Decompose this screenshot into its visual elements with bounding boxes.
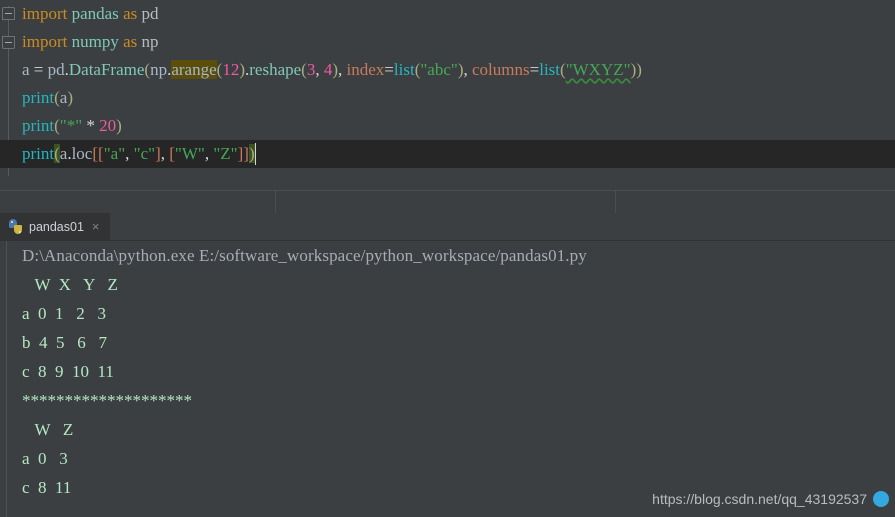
code-token: reshape [249,60,302,79]
code-token: pd [141,4,159,23]
splitter-tick-1 [275,191,276,214]
run-console-output[interactable]: D:\Anaconda\python.exe E:/software_works… [0,241,895,517]
console-output-line: W Z [22,420,74,439]
console-output-line: a 0 3 [22,449,68,468]
code-token: print [22,116,55,135]
console-output-line: b 4 5 6 7 [22,333,107,352]
code-token: "*" [59,116,83,135]
code-token: "Z" [213,144,238,163]
console-output-line: ******************** [22,391,192,410]
code-line[interactable]: import numpy as np [0,28,895,56]
watermark-url: https://blog.csdn.net/qq_43192537 [652,491,867,507]
run-tab-bar[interactable]: pandas01 × [0,213,895,241]
code-line[interactable]: a = pd.DataFrame(np.arange(12).reshape(3… [0,56,895,84]
code-token: import [22,32,68,51]
close-icon[interactable]: × [92,220,100,233]
ide-window: import pandas as pd import numpy as np a =… [0,0,895,517]
code-token: pd [47,60,65,79]
console-command-line: D:\Anaconda\python.exe E:/software_works… [22,246,587,265]
code-token: "a" [103,144,126,163]
code-token: ) [248,144,255,163]
code-token: "WXYZ" [565,60,631,79]
run-tab-pandas01[interactable]: pandas01 × [0,213,110,240]
run-tab-label: pandas01 [29,219,84,234]
editor-console-splitter[interactable] [0,190,895,215]
code-token: import [22,4,68,23]
code-token: "abc" [420,60,458,79]
console-output-line: W X Y Z [22,275,118,294]
code-token: * [86,116,95,135]
console-line-list: D:\Anaconda\python.exe E:/software_works… [0,241,895,502]
code-token: numpy [71,32,119,51]
code-token: ) [636,60,642,79]
code-token: , [338,60,347,79]
code-token: , [125,144,134,163]
console-output-line: a 0 1 2 3 [22,304,107,323]
code-token: columns [472,60,530,79]
watermark-badge-icon [873,491,889,507]
console-output-line: c 8 9 10 11 [22,362,114,381]
code-line[interactable]: import pandas as pd [0,0,895,28]
code-line[interactable]: print("*" * 20) [0,112,895,140]
code-token: print [22,144,55,163]
splitter-tick-2 [615,191,616,214]
code-token: as [123,32,138,51]
code-token: = [529,60,540,79]
watermark: https://blog.csdn.net/qq_43192537 [652,491,889,507]
code-token: list [539,60,561,79]
code-token: ) [67,88,73,107]
code-token: = [29,60,48,79]
code-token: , [315,60,324,79]
code-token: "c" [133,144,156,163]
run-tool-window: pandas01 × D:\Anaconda\python.exe E:/sof… [0,213,895,517]
code-token: DataFrame [68,60,145,79]
code-line[interactable]: print(a) [0,84,895,112]
code-token: list [393,60,415,79]
code-token: 20 [99,116,117,135]
text-caret [255,143,256,165]
code-token: index [346,60,385,79]
code-token: arange [171,60,217,79]
code-token: = [384,60,394,79]
code-token: "W" [174,144,205,163]
code-token: 12 [222,60,240,79]
code-token: , [160,144,170,163]
code-token: np [141,32,159,51]
python-file-icon [8,219,23,234]
code-token: loc [71,144,93,163]
code-token: pandas [71,4,119,23]
code-line-list[interactable]: import pandas as pd import numpy as np a =… [0,0,895,168]
code-token: ) [116,116,122,135]
code-token: a [22,60,30,79]
code-editor-pane[interactable]: import pandas as pd import numpy as np a =… [0,0,895,190]
code-token: print [22,88,55,107]
code-line[interactable]: print(a.loc[["a", "c"], ["W", "Z"]]) [0,140,895,168]
code-token: np [150,60,168,79]
code-token: , [463,60,473,79]
code-token: as [123,4,138,23]
